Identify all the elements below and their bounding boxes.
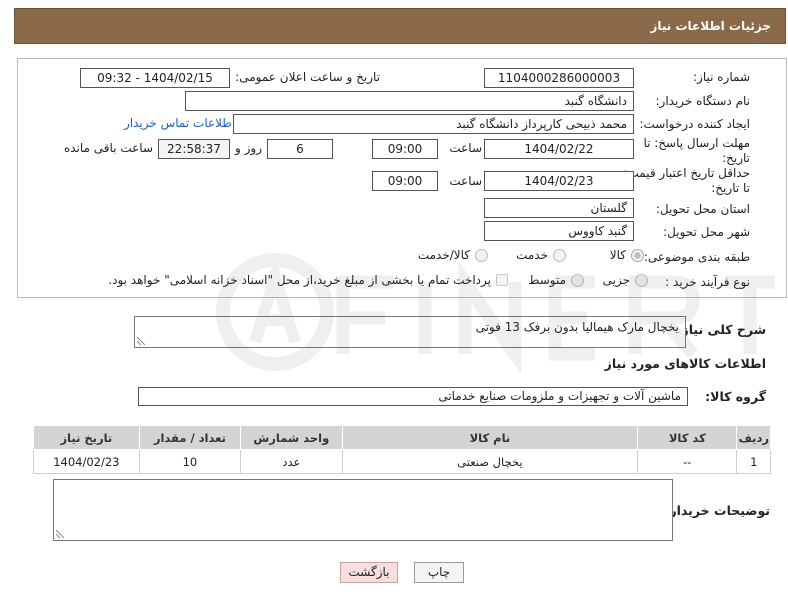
reply-deadline-label: مهلت ارسال پاسخ: تا	[643, 136, 750, 150]
col-header-code: کد کالا	[637, 425, 738, 450]
buyer-notes-label: توضیحات خریدار:	[664, 503, 770, 518]
creator-label: ایجاد کننده درخواست:	[639, 117, 750, 131]
category-option-goods-service[interactable]: کالا/خدمت	[418, 248, 488, 262]
checkbox-icon[interactable]	[496, 274, 508, 286]
page-title-bar: جزئیات اطلاعات نیاز	[14, 8, 786, 44]
process-option-medium[interactable]: متوسط	[528, 273, 584, 287]
items-table: ردیف کد کالا نام کالا واحد شمارش تعداد /…	[33, 425, 771, 474]
buyer-notes-textarea[interactable]	[53, 479, 673, 541]
price-validity-time-field[interactable]: 09:00	[372, 171, 438, 191]
reply-date-field[interactable]: 1404/02/22	[484, 139, 634, 159]
reply-time-label: ساعت	[449, 141, 482, 155]
cell-unit: عدد	[240, 449, 343, 474]
goods-group-label: گروه کالا:	[705, 389, 766, 404]
cell-quantity: 10	[138, 449, 242, 474]
goods-group-field[interactable]: ماشین آلات و تجهیزات و ملزومات صنایع خدم…	[138, 387, 688, 406]
col-header-row-number: ردیف	[736, 425, 771, 450]
print-button[interactable]: چاپ	[414, 562, 464, 583]
col-header-name: نام کالا	[341, 425, 639, 450]
table-header-row: ردیف کد کالا نام کالا واحد شمارش تعداد /…	[33, 425, 771, 450]
radio-selected-icon[interactable]	[631, 248, 644, 262]
description-text: یخچال مارک هیمالیا بدون برفک 13 فوتی	[475, 320, 679, 334]
buyer-org-label: نام دستگاه خریدار:	[655, 94, 751, 108]
back-button[interactable]: بازگشت	[340, 562, 398, 583]
process-option-minor[interactable]: جزیی	[603, 273, 648, 287]
price-validity-time-label: ساعت	[449, 174, 482, 188]
remaining-time-label: ساعت باقی مانده	[63, 141, 153, 155]
resize-grip-icon[interactable]	[56, 530, 64, 538]
col-header-unit: واحد شمارش	[240, 425, 343, 450]
category-label: طبقه بندی موضوعی:	[643, 250, 750, 264]
days-remaining-field[interactable]: 6	[267, 139, 333, 159]
table-row[interactable]: 1 -- یخچال صنعتی عدد 10 1404/02/23	[33, 449, 771, 474]
col-header-need-date: تاریخ نیاز	[33, 425, 140, 450]
cell-code: --	[637, 449, 738, 474]
page-title: جزئیات اطلاعات نیاز	[650, 19, 771, 33]
radio-icon[interactable]	[553, 248, 566, 262]
description-label: شرح کلی نیاز:	[676, 322, 766, 337]
city-field[interactable]: گنبد کاووس	[484, 221, 634, 241]
province-field[interactable]: گلستان	[484, 198, 634, 218]
resize-grip-icon[interactable]	[137, 337, 145, 345]
cell-name: یخچال صنعتی	[341, 449, 639, 474]
cell-row-number: 1	[736, 449, 771, 474]
category-option-service[interactable]: خدمت	[516, 248, 566, 262]
category-option-goods[interactable]: کالا	[610, 248, 644, 262]
need-number-label: شماره نیاز:	[693, 70, 750, 84]
price-validity-label-2: تا تاریخ:	[711, 181, 750, 195]
need-number-field[interactable]: 1104000286000003	[484, 68, 634, 88]
city-label: شهر محل تحویل:	[663, 225, 750, 239]
process-type-label: نوع فرآیند خرید :	[665, 275, 750, 289]
reply-deadline-label-2: تاریخ:	[722, 151, 750, 165]
radio-icon[interactable]	[571, 273, 584, 287]
radio-icon[interactable]	[635, 273, 648, 287]
description-textarea[interactable]: یخچال مارک هیمالیا بدون برفک 13 فوتی	[134, 316, 686, 348]
price-validity-date-field[interactable]: 1404/02/23	[484, 171, 634, 191]
days-label: روز و	[235, 141, 262, 155]
reply-time-field[interactable]: 09:00	[372, 139, 438, 159]
creator-field[interactable]: محمد ذبیحی کارپرداز دانشگاه گنبد	[233, 114, 634, 134]
treasury-payment-option[interactable]: پرداخت تمام یا بخشی از مبلغ خرید،از محل …	[108, 273, 508, 287]
cell-need-date: 1404/02/23	[33, 449, 140, 474]
remaining-time-field: 22:58:37	[158, 139, 230, 159]
buyer-org-field[interactable]: دانشگاه گنبد	[185, 91, 634, 111]
goods-section-title: اطلاعات کالاهای مورد نیاز	[604, 356, 766, 371]
announce-datetime-field[interactable]: 1404/02/15 - 09:32	[80, 68, 230, 88]
price-validity-label: حداقل تاریخ اعتبار قیمت:	[623, 166, 750, 180]
radio-icon[interactable]	[475, 248, 488, 262]
buyer-contact-link[interactable]: اطلاعات تماس خریدار	[124, 116, 235, 130]
col-header-quantity: تعداد / مقدار	[138, 425, 242, 450]
province-label: استان محل تحویل:	[655, 202, 750, 216]
announce-datetime-label: تاریخ و ساعت اعلان عمومی:	[235, 70, 380, 84]
